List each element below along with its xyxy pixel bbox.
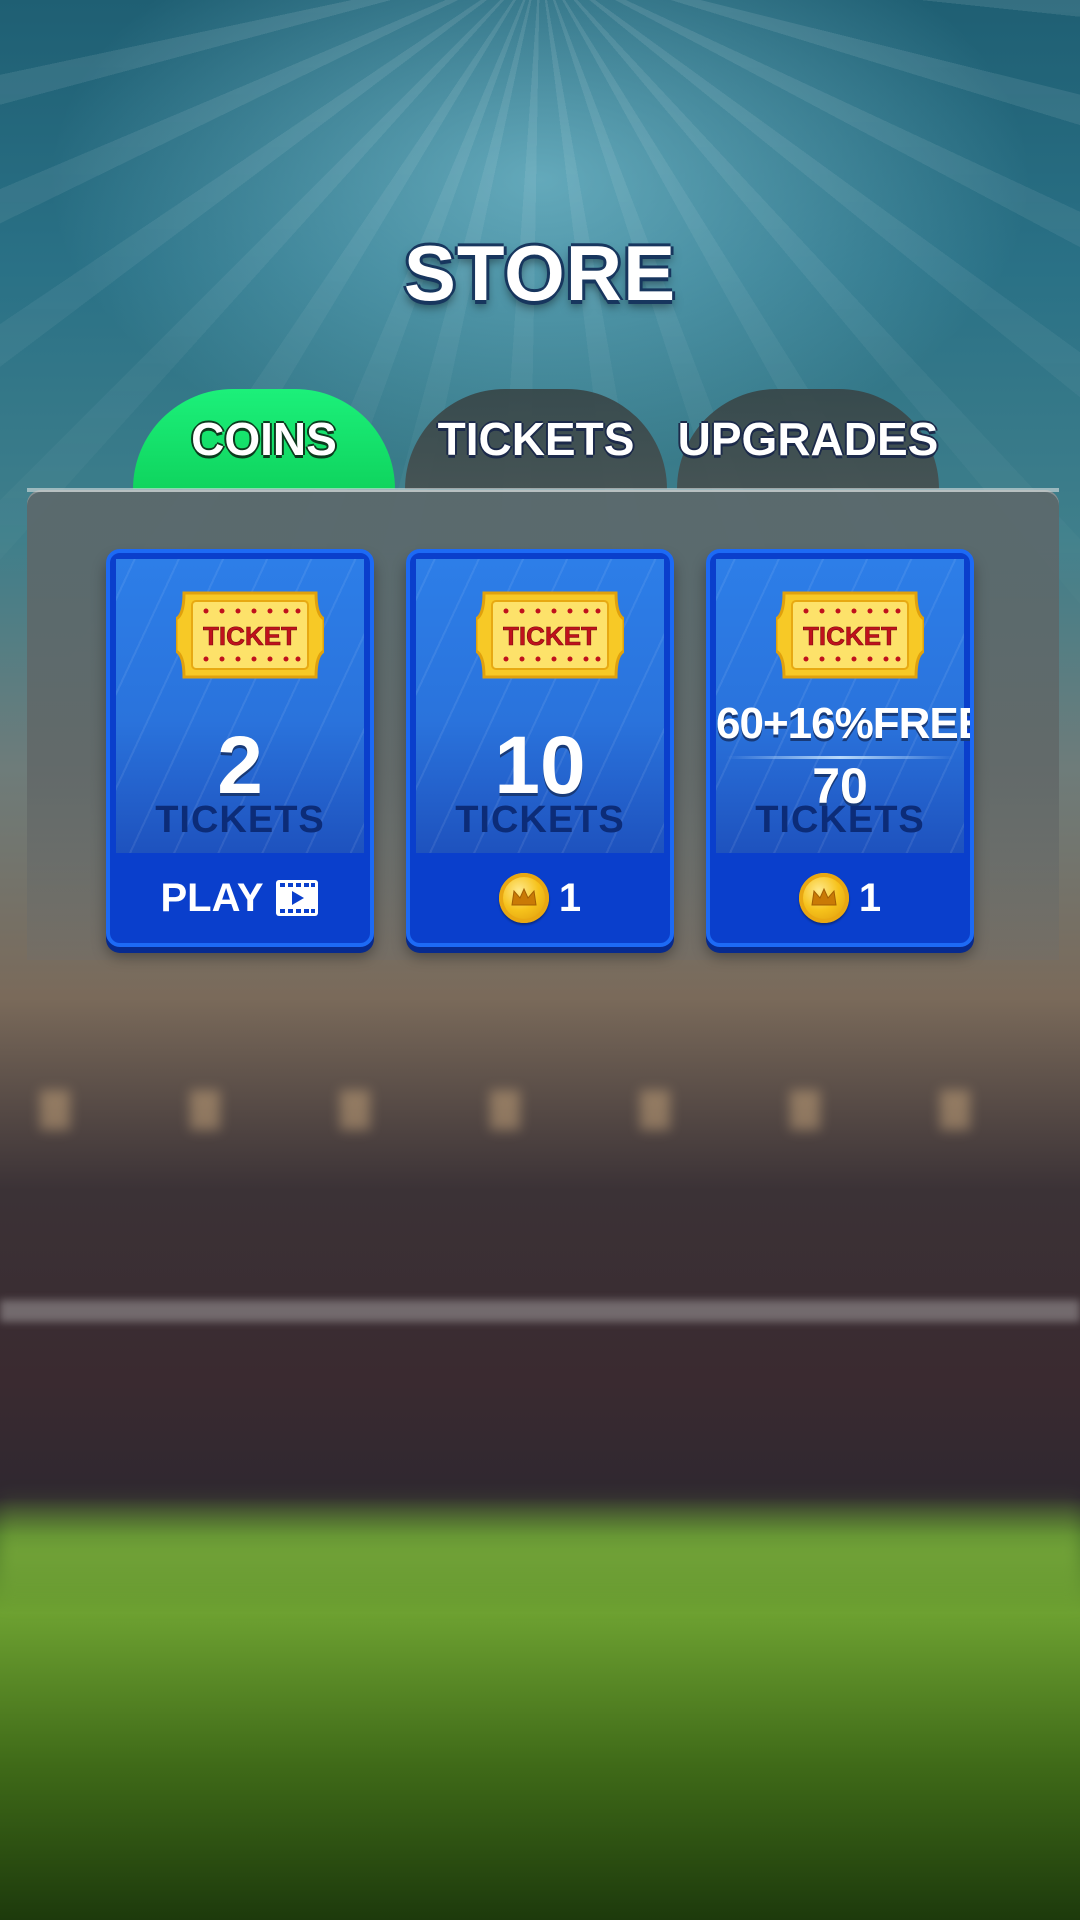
price-value: 1 (858, 875, 882, 920)
stadium-lights (0, 1090, 1080, 1130)
store-panel-rim (27, 488, 1059, 492)
card-top: TICKET 60+16%FREE 70 TICKETS (716, 559, 974, 853)
crown-coin-icon (498, 873, 549, 923)
ticket-unit: TICKETS (455, 799, 625, 841)
field-glow (0, 1490, 1080, 1610)
ticket-icon: TICKET (476, 591, 624, 679)
bonus-label: 60+16%FREE (716, 699, 974, 748)
store-item-70-tickets[interactable]: TICKET 60+16%FREE 70 TICKETS 1 (706, 549, 974, 947)
page-title: STORE (403, 229, 677, 317)
card-top: TICKET 2 TICKETS (116, 559, 364, 853)
ticket-icon: TICKET (176, 591, 324, 679)
tab-tickets-label: TICKETS (437, 413, 635, 465)
crown-coin-icon (798, 873, 849, 923)
watch-ad-button[interactable]: PLAY (110, 853, 370, 943)
video-play-icon (275, 880, 318, 916)
buy-button[interactable]: 1 (410, 853, 670, 943)
stands-rail (0, 1300, 1080, 1322)
ticket-text: TICKET (803, 621, 897, 651)
ticket-text: TICKET (503, 621, 597, 651)
ticket-unit: TICKETS (755, 799, 925, 841)
ticket-unit: TICKETS (155, 799, 325, 841)
card-top: TICKET 10 TICKETS (416, 559, 664, 853)
tab-upgrades-label: UPGRADES (677, 413, 939, 465)
price-value: 1 (558, 875, 582, 920)
store-item-2-tickets[interactable]: TICKET 2 TICKETS PLAY (106, 549, 374, 947)
store-item-10-tickets[interactable]: TICKET 10 TICKETS 1 (406, 549, 674, 947)
buy-button[interactable]: 1 (710, 853, 970, 943)
ticket-icon: TICKET (776, 591, 924, 679)
ticket-text: TICKET (203, 621, 297, 651)
tab-coins-label: COINS (191, 413, 337, 465)
play-label: PLAY (160, 875, 264, 920)
